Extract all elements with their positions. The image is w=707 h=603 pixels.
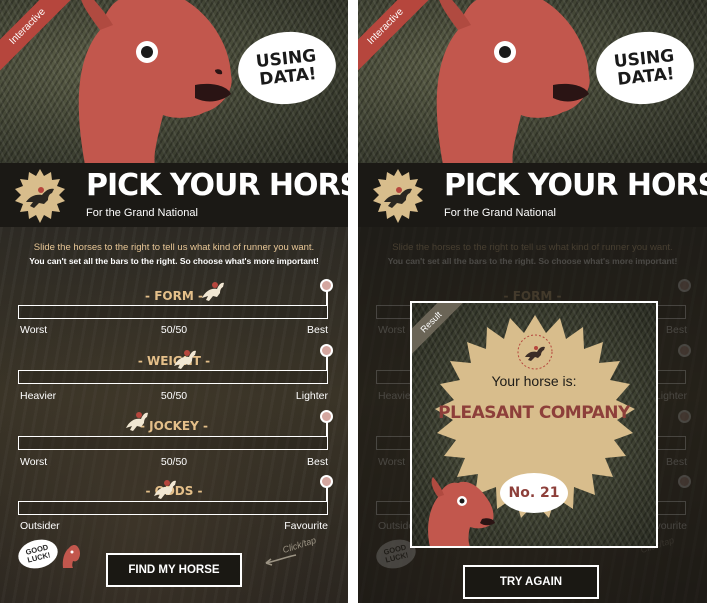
slider-form-mid: 50/50 xyxy=(160,324,188,336)
arrow-icon xyxy=(265,554,297,566)
instructions-line2: You can't set all the bars to the right.… xyxy=(29,256,319,266)
slider-form-label: - FORM - xyxy=(145,289,203,303)
slider-odds-handle[interactable] xyxy=(320,475,333,488)
horse-mascot-image xyxy=(78,0,232,165)
slider-odds-max: Favourite xyxy=(284,520,328,532)
slider-weight-handle[interactable] xyxy=(320,344,333,357)
slider-odds-track[interactable] xyxy=(18,501,328,515)
slider-weight-max: Lighter xyxy=(295,390,328,402)
slider-form-track[interactable] xyxy=(18,305,328,319)
horse-mascot-image xyxy=(436,0,590,165)
horse-badge-icon xyxy=(15,169,65,223)
jockey-horse-icon xyxy=(202,282,224,301)
result-heading: Your horse is: xyxy=(491,373,577,389)
mini-horse-icon xyxy=(62,544,81,568)
slider-odds-min: Outsider xyxy=(20,520,60,532)
slider-jockey-max: Best xyxy=(306,456,328,468)
jockey-horse-icon xyxy=(154,480,176,499)
instructions-line1: Slide the horses to the right to tell us… xyxy=(33,242,315,253)
slider-form-stem xyxy=(326,290,328,306)
horse-badge-icon xyxy=(373,169,423,223)
jockey-horse-icon xyxy=(174,350,196,369)
slider-odds-stem xyxy=(326,486,328,502)
jockey-horse-icon xyxy=(126,412,148,431)
horse-mascot-image xyxy=(428,477,495,546)
horse-badge-icon xyxy=(517,334,553,370)
left-panel: USINGDATA! Interactive PICK YOUR HORSE F… xyxy=(0,0,348,603)
result-horse-name: PLEASANT COMPANY xyxy=(438,403,630,423)
speech-bubble-line2: DATA! xyxy=(616,64,676,90)
page-subtitle: For the Grand National xyxy=(444,207,556,219)
slider-jockey-stem xyxy=(326,421,328,437)
speech-bubble-line2: DATA! xyxy=(258,64,318,90)
try-again-button[interactable]: TRY AGAIN xyxy=(463,565,599,599)
page-subtitle: For the Grand National xyxy=(86,207,198,219)
slider-weight-stem xyxy=(326,355,328,371)
result-number-bubble: No. 21 xyxy=(500,473,568,513)
slider-jockey-label: - JOCKEY - xyxy=(140,419,208,433)
result-modal: Result Your horse is: PLEASANT COMPANY N… xyxy=(410,301,658,548)
slider-form-max: Best xyxy=(306,324,328,336)
slider-jockey-mid: 50/50 xyxy=(160,456,188,468)
find-my-horse-button[interactable]: FIND MY HORSE xyxy=(106,553,242,587)
slider-weight-track[interactable] xyxy=(18,370,328,384)
slider-jockey-handle[interactable] xyxy=(320,410,333,423)
page-title: PICK YOUR HORSE xyxy=(444,168,707,203)
slider-jockey-track[interactable] xyxy=(18,436,328,450)
page-title: PICK YOUR HORSE xyxy=(86,168,348,203)
slider-form-handle[interactable] xyxy=(320,279,333,292)
